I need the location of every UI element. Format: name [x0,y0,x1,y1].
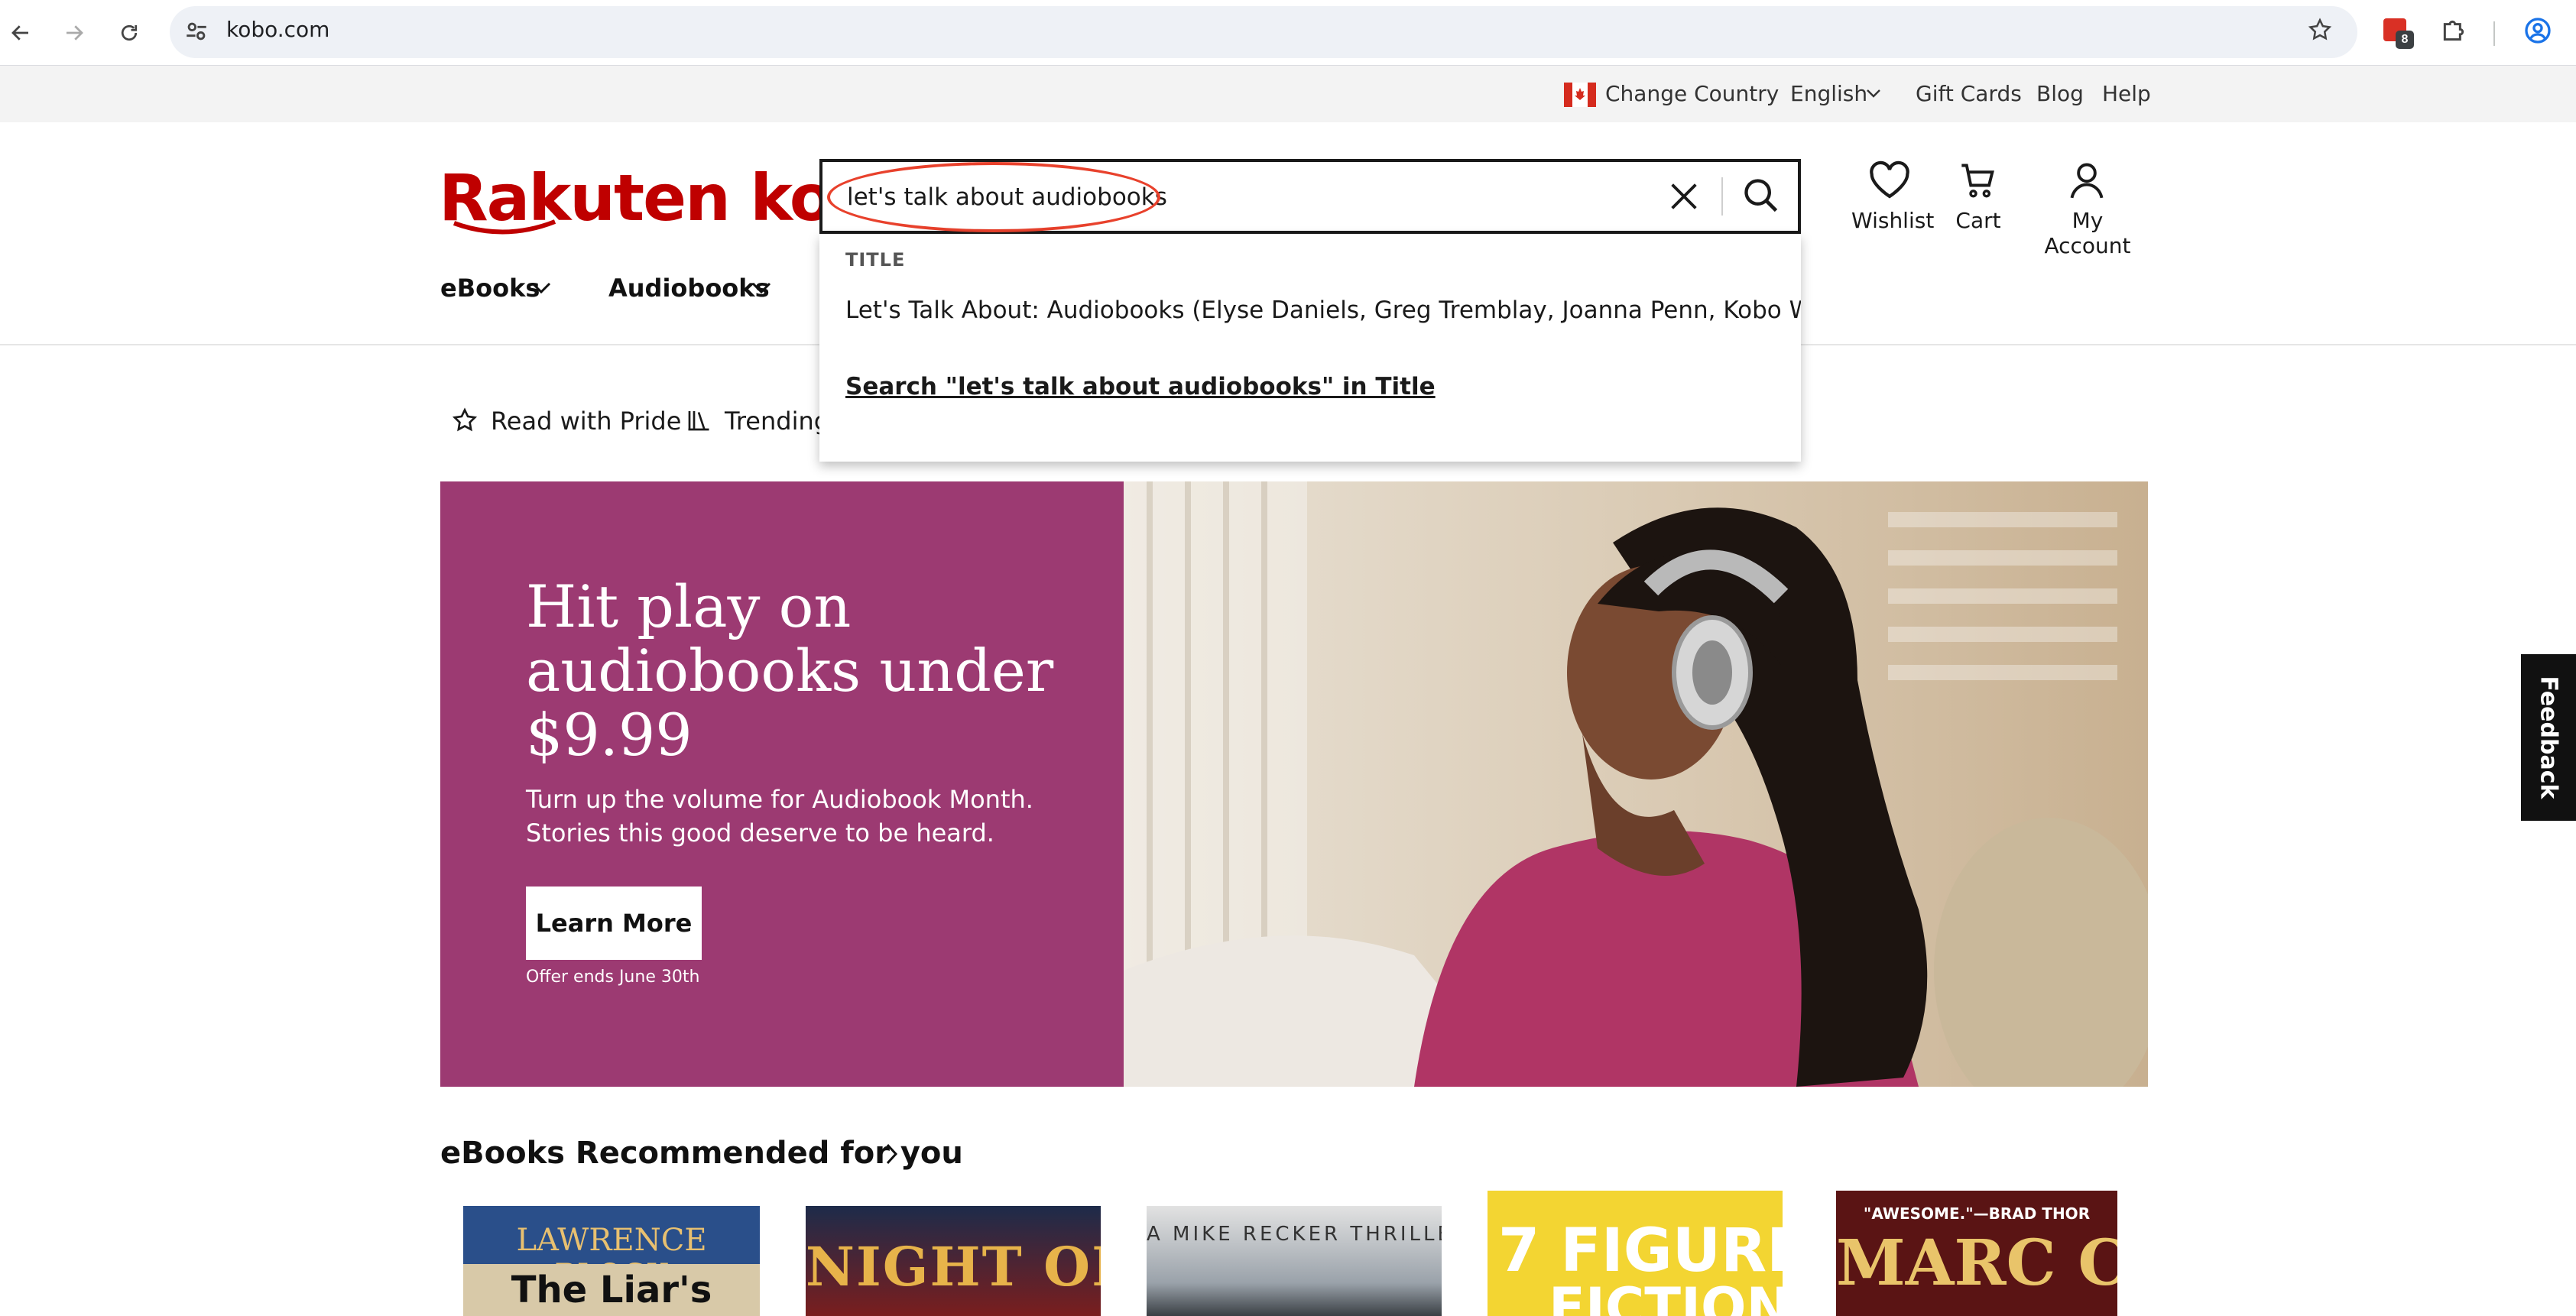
account-user-icon[interactable] [2067,159,2107,204]
book-cover[interactable]: A MIKE RECKER THRILLER [1147,1206,1442,1316]
book-cover-blurb: "AWESOME."—BRAD THOR [1863,1204,2091,1223]
search-suggestions-dropdown [819,234,1801,462]
canada-flag-icon [1564,83,1596,107]
book-cover-title: The Liar's Companion [463,1264,760,1316]
hero-subtitle: Turn up the volume for Audiobook Month. … [526,785,1033,848]
back-icon[interactable] [2,14,40,52]
chevron-down-icon [1865,87,1882,103]
book-cover[interactable]: "AWESOME."—BRAD THOR MARC CAMERON [1836,1191,2117,1316]
extension-badge: 8 [2396,31,2414,49]
search-divider [1721,177,1723,216]
hero-title: Hit play on audiobooks under $9.99 [526,572,1054,769]
nav-audiobooks[interactable]: Audiobooks [608,274,770,303]
cart-icon[interactable] [1958,160,1998,204]
search-annotation-circle [827,162,1160,232]
search-in-title-link[interactable]: Search "let's talk about audiobooks" in … [845,373,1436,400]
gift-cards-link[interactable]: Gift Cards [1916,81,2022,106]
suggestion-item[interactable]: Let's Talk About: Audiobooks (Elyse Dani… [845,297,1801,324]
trending-link[interactable]: Trending [725,407,829,436]
feedback-label: Feedback [2535,676,2562,799]
extensions-puzzle-icon[interactable] [2438,15,2469,50]
wishlist-heart-icon[interactable] [1868,160,1911,204]
learn-more-button[interactable]: Learn More [526,887,702,960]
chevron-down-icon [751,280,772,299]
account-label[interactable]: My Account [2030,208,2145,258]
book-cover-title: 7 FIGURE [1498,1217,1783,1285]
reload-icon[interactable] [110,14,148,52]
wishlist-label[interactable]: Wishlist [1851,208,1934,233]
logo-swoosh [451,219,558,241]
site-info-icon[interactable] [183,18,209,48]
book-cover-series: A MIKE RECKER THRILLER [1147,1223,1442,1246]
hero-photo-woman-with-headphones[interactable] [1124,481,2148,1087]
extension-icon[interactable]: 8 [2382,15,2414,49]
read-with-pride-link[interactable]: Read with Pride [491,407,681,436]
language-selector[interactable]: English [1790,81,1867,106]
clear-search-icon[interactable] [1666,179,1702,218]
help-link[interactable]: Help [2102,81,2151,106]
book-cover[interactable]: LAWRENCE BLOCK The Liar's Companion [463,1206,760,1316]
chevron-right-icon[interactable] [884,1142,899,1170]
star-icon [451,407,479,438]
feedback-tab[interactable]: Feedback [2521,654,2576,821]
book-cover-author: MARC CAMERON [1836,1227,2117,1300]
search-icon[interactable] [1741,176,1781,219]
cart-label[interactable]: Cart [1949,208,2007,233]
bookmark-star-icon[interactable] [2307,17,2333,47]
book-cover[interactable]: NIGHT OF THE [806,1206,1101,1316]
book-cover-subtitle: FICTION [1549,1276,1783,1316]
profile-icon[interactable] [2522,15,2553,50]
hero-offer-text: Offer ends June 30th [526,968,700,987]
suggestions-section-title: TITLE [845,249,906,271]
chevron-down-icon [530,280,552,299]
address-bar-url[interactable]: kobo.com [226,17,329,42]
address-bar[interactable] [170,6,2357,58]
toolbar-divider [2493,21,2495,46]
book-cover[interactable]: 7 FIGURE FICTION [1488,1191,1783,1316]
book-cover-title: NIGHT OF THE [806,1235,1101,1298]
nav-ebooks[interactable]: eBooks [440,274,540,303]
utility-bar [0,66,2576,122]
change-country-link[interactable]: Change Country [1605,81,1779,106]
forward-icon[interactable] [55,14,93,52]
books-icon [685,407,712,438]
blog-link[interactable]: Blog [2036,81,2084,106]
